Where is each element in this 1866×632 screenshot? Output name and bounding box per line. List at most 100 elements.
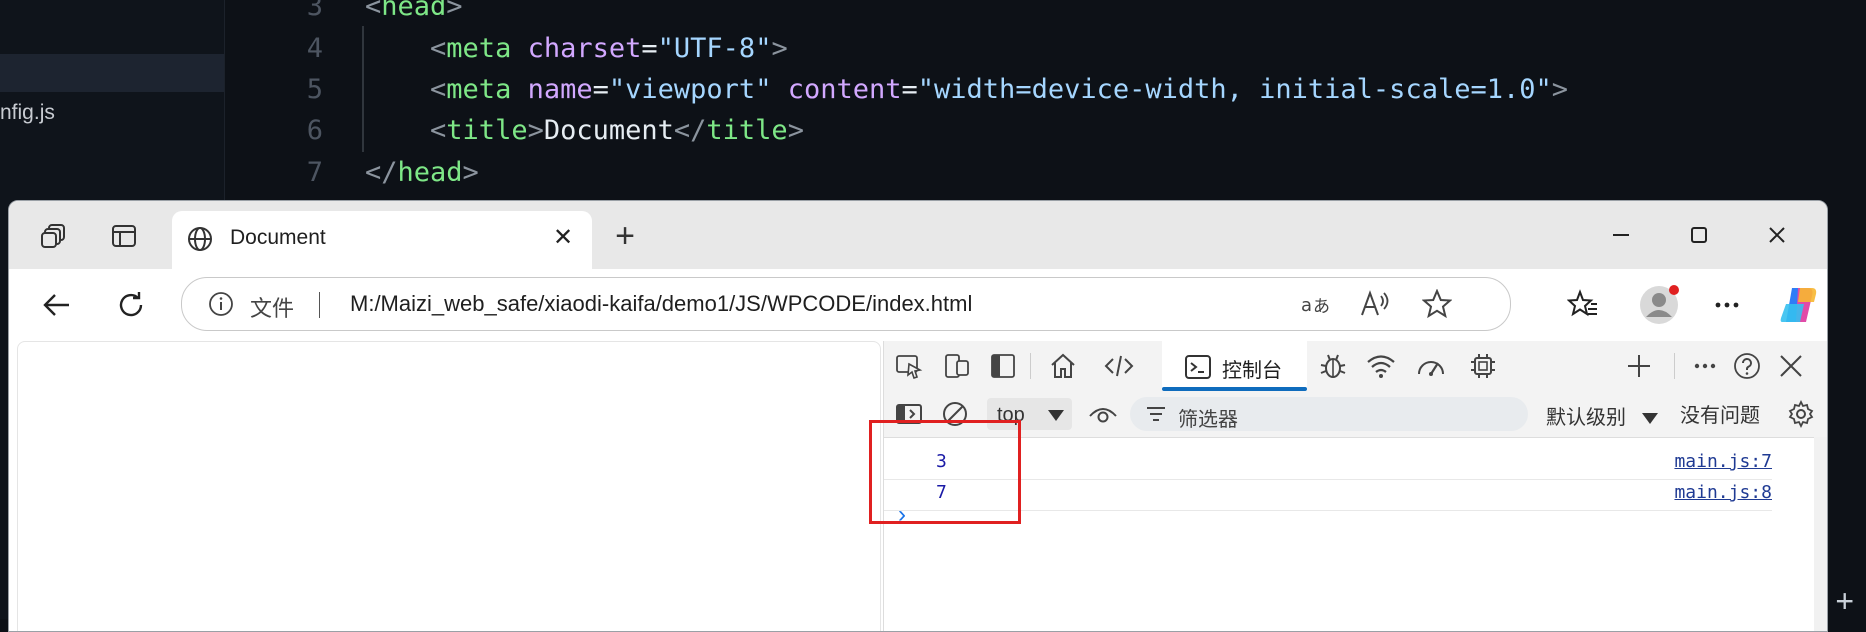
log-levels-dropdown[interactable]: 默认级别: [1546, 401, 1658, 430]
code-token: head: [397, 157, 463, 188]
filter-input[interactable]: 筛选器: [1130, 397, 1528, 431]
code-token: =: [592, 74, 609, 105]
workspaces-icon[interactable]: [39, 221, 69, 251]
filter-placeholder: 筛选器: [1178, 409, 1238, 431]
page-viewport[interactable]: [17, 341, 881, 631]
code-text: <meta name="viewport" content="width=dev…: [365, 69, 1568, 111]
favorite-star-icon[interactable]: [1421, 288, 1453, 324]
code-token: >: [787, 115, 804, 146]
code-token: >: [462, 157, 479, 188]
code-line[interactable]: 7 </head>: [225, 152, 1866, 194]
code-token: >: [527, 115, 544, 146]
code-token: Document: [543, 115, 674, 146]
chevron-down-icon: [1641, 412, 1658, 424]
code-token: meta: [446, 33, 512, 64]
more-icon[interactable]: [1709, 287, 1745, 323]
maximize-icon[interactable]: [1679, 217, 1719, 253]
translate-icon[interactable]: aあ: [1300, 290, 1332, 323]
svg-text:a: a: [1301, 295, 1312, 316]
code-line[interactable]: 3 <head>: [225, 0, 1866, 28]
console-settings-gear-icon[interactable]: [1786, 399, 1816, 429]
address-bar[interactable]: 文件 M:/Maizi_web_safe/xiaodi-kaifa/demo1/…: [181, 277, 1511, 331]
live-expression-eye-icon[interactable]: [1088, 399, 1118, 429]
browser-window: Document ✕ + 文件 M:/Maizi_web_safe/xiaodi…: [8, 200, 1828, 632]
code-token: =: [901, 74, 918, 105]
window-close-icon[interactable]: [1757, 217, 1797, 253]
code-token: </: [365, 157, 398, 188]
code-token: <: [430, 74, 447, 105]
device-emulation-icon[interactable]: [942, 351, 972, 381]
code-token: "width=device-width, initial-scale=1.0": [917, 74, 1552, 105]
code-text: <head>: [365, 0, 463, 28]
help-icon[interactable]: [1732, 351, 1762, 381]
code-token: title: [706, 115, 788, 146]
log-levels-label: 默认级别: [1546, 407, 1626, 429]
line-number: 3: [306, 0, 323, 22]
navigation-bar: 文件 M:/Maizi_web_safe/xiaodi-kaifa/demo1/…: [9, 269, 1827, 341]
add-panel-icon[interactable]: [1624, 351, 1654, 381]
code-token: charset: [527, 33, 642, 64]
line-number: 5: [306, 74, 323, 105]
devtools-panel: 控制台 top 筛选器 默认级别 没有问题 3 main.js:7 7 main…: [883, 341, 1827, 631]
address-scheme-label: 文件: [250, 296, 295, 321]
console-tab-label: 控制台: [1222, 360, 1282, 382]
welcome-home-icon[interactable]: [1048, 351, 1078, 381]
memory-chip-icon[interactable]: [1468, 351, 1498, 381]
dock-side-icon[interactable]: [988, 351, 1018, 381]
console-toolbar: top 筛选器 默认级别 没有问题: [884, 391, 1827, 438]
code-token: =: [641, 33, 658, 64]
code-token: </: [673, 115, 707, 146]
filter-icon: [1147, 407, 1165, 421]
address-url[interactable]: M:/Maizi_web_safe/xiaodi-kaifa/demo1/JS/…: [350, 291, 972, 317]
read-aloud-icon[interactable]: [1360, 290, 1390, 323]
tab-console[interactable]: 控制台: [1162, 341, 1307, 391]
indent-guide: [362, 26, 364, 152]
code-line[interactable]: 5 <meta name="viewport" content="width=d…: [225, 69, 1866, 111]
minimize-icon[interactable]: [1601, 217, 1641, 253]
elements-code-icon[interactable]: [1104, 351, 1134, 381]
line-number: 6: [306, 115, 323, 146]
code-token: "viewport": [608, 74, 772, 105]
info-icon[interactable]: [208, 291, 234, 322]
plus-icon[interactable]: +: [1835, 585, 1854, 617]
code-line[interactable]: 4 <meta charset="UTF-8">: [225, 28, 1866, 70]
favorites-icon[interactable]: [1565, 287, 1601, 323]
profile-avatar[interactable]: [1637, 283, 1681, 327]
tab-separator: [1674, 353, 1675, 379]
code-text: <meta charset="UTF-8">: [365, 28, 788, 70]
copilot-icon[interactable]: [1777, 283, 1821, 327]
new-tab-button[interactable]: +: [607, 219, 643, 255]
tab-strip: Document ✕ +: [9, 201, 1827, 269]
tab-actions-icon[interactable]: [109, 221, 139, 251]
back-icon[interactable]: [39, 287, 75, 323]
close-tab-icon[interactable]: ✕: [548, 223, 578, 253]
annotation-highlight-box: [869, 420, 1021, 524]
address-separator: [319, 292, 320, 318]
code-token: title: [446, 115, 528, 146]
performance-gauge-icon[interactable]: [1416, 351, 1446, 381]
close-devtools-icon[interactable]: [1776, 351, 1806, 381]
more-tools-icon[interactable]: [1690, 351, 1720, 381]
code-token: content: [787, 74, 902, 105]
code-text: <title>Document</title>: [365, 110, 804, 152]
explorer-file-item[interactable]: nfig.js: [0, 98, 55, 128]
console-scrollbar[interactable]: [1814, 437, 1827, 631]
explorer-selected-row[interactable]: [0, 54, 224, 92]
console-log-source-link[interactable]: main.js:7: [1674, 451, 1772, 472]
issues-status[interactable]: 没有问题: [1680, 399, 1760, 428]
tab-document[interactable]: Document ✕: [172, 211, 592, 269]
code-token: head: [381, 0, 447, 22]
refresh-icon[interactable]: [113, 287, 149, 323]
code-editor[interactable]: 3 <head> 4 <meta charset="UTF-8"> 5 <meta n…: [225, 0, 1866, 210]
console-log-source-link[interactable]: main.js:8: [1674, 482, 1772, 503]
network-wifi-icon[interactable]: [1366, 351, 1396, 381]
svg-text:あ: あ: [1313, 297, 1330, 317]
inspect-element-icon[interactable]: [894, 351, 924, 381]
code-line[interactable]: 6 <title>Document</title>: [225, 110, 1866, 152]
code-token: meta: [446, 74, 512, 105]
issues-bug-icon[interactable]: [1318, 351, 1348, 381]
